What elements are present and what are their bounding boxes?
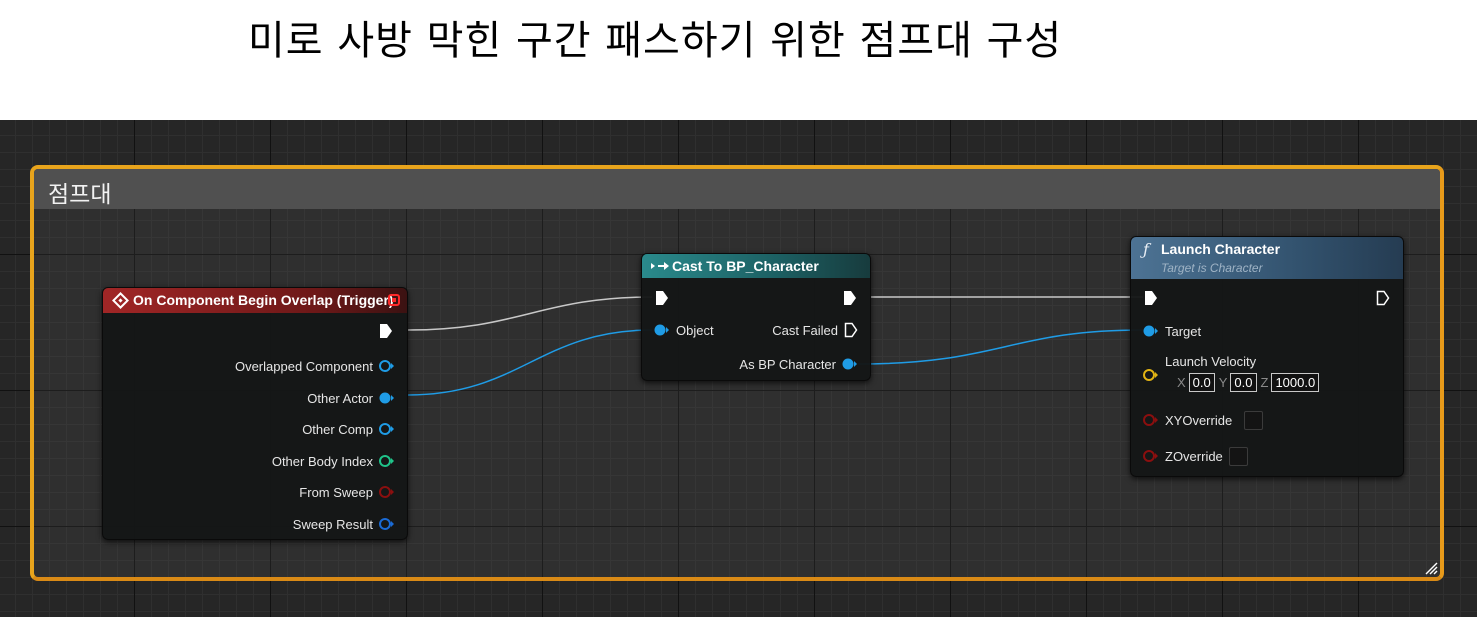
pin-label-other-comp: Other Comp (302, 421, 373, 437)
exec-out-hollow-pin-icon[interactable] (1376, 290, 1390, 306)
cast-node-title: Cast To BP_Character (672, 258, 819, 274)
delegate-pin-icon[interactable] (388, 294, 400, 306)
comment-header[interactable]: 점프대 (34, 169, 1440, 209)
pin-label-object: Object (676, 322, 714, 338)
pin-row-target[interactable]: Target (1143, 321, 1201, 341)
bool-pin-icon[interactable] (1143, 413, 1159, 427)
launch-node-subtitle: Target is Character (1161, 261, 1263, 275)
x-axis-label: X (1177, 374, 1186, 390)
cast-node[interactable]: Cast To BP_Character Object Cast Failed … (641, 253, 871, 381)
pin-row-other-actor[interactable]: Other Actor (307, 388, 395, 408)
exec-out-pin[interactable] (382, 444, 383, 445)
pin-label-cast-failed: Cast Failed (772, 322, 838, 338)
bool-pin-icon[interactable] (1143, 449, 1159, 463)
int-pin-icon[interactable] (379, 454, 395, 468)
pin-row-cast-failed[interactable]: Cast Failed (772, 320, 858, 340)
exec-out-pin-icon[interactable] (379, 323, 393, 339)
pin-label-target: Target (1165, 323, 1202, 339)
object-pin-filled-icon[interactable] (1143, 324, 1159, 338)
pin-label-overlapped-component: Overlapped Component (234, 358, 373, 374)
velocity-y-input[interactable]: 0.0 (1230, 372, 1257, 392)
pin-row-sweep-result[interactable]: Sweep Result (293, 514, 395, 534)
exec-out-pin-icon[interactable] (843, 290, 857, 306)
velocity-z-input[interactable]: 1000.0 (1271, 372, 1320, 392)
pin-label-other-body-index: Other Body Index (271, 453, 373, 469)
y-axis-label: Y (1218, 374, 1228, 390)
exec-in-pin-icon[interactable] (1144, 290, 1158, 306)
pin-row-from-sweep[interactable]: From Sweep (299, 482, 395, 502)
object-pin-filled-icon[interactable] (379, 391, 395, 405)
overlap-event-node[interactable]: On Component Begin Overlap (Trigger) Ove… (102, 287, 408, 540)
pin-row-other-body-index[interactable]: Other Body Index (272, 451, 395, 471)
launch-node-title: Launch Character (1161, 241, 1281, 257)
pin-row-xy-override[interactable]: XYOverride (1143, 409, 1264, 431)
object-pin-filled-icon[interactable] (842, 357, 858, 371)
launch-velocity-inputs: X 0.0 Y 0.0 Z 1000.0 (1177, 371, 1323, 393)
overlap-node-title: On Component Begin Overlap (Trigger) (133, 292, 394, 308)
object-pin-filled-icon[interactable] (654, 323, 670, 337)
cast-arrow-icon (651, 262, 669, 270)
pin-label-as-bp-character: As BP Character (739, 356, 836, 372)
pin-label-other-actor: Other Actor (307, 390, 373, 406)
object-pin-icon[interactable] (379, 359, 395, 373)
pin-label-z-override: ZOverride (1165, 448, 1223, 464)
function-icon: ƒ (1143, 240, 1149, 259)
pin-label-sweep-result: Sweep Result (292, 516, 373, 532)
xy-override-checkbox[interactable] (1244, 410, 1264, 430)
comment-title: 점프대 (48, 182, 112, 208)
struct-pin-icon[interactable] (379, 517, 395, 531)
event-diamond-icon (112, 292, 129, 309)
bool-pin-icon[interactable] (379, 485, 395, 499)
blueprint-graph[interactable]: 점프대 On Component Begin Overlap (Trigger) (0, 120, 1477, 617)
launch-character-node[interactable]: ƒ Launch Character Target is Character T… (1130, 236, 1404, 477)
pin-label-from-sweep: From Sweep (299, 484, 373, 500)
pin-row-z-override[interactable]: ZOverride (1143, 445, 1248, 467)
z-override-checkbox[interactable] (1228, 446, 1248, 466)
page-title: 미로 사방 막힌 구간 패스하기 위한 점프대 구성 (248, 18, 1063, 64)
exec-out-hollow-pin-icon[interactable] (844, 322, 858, 338)
velocity-x-input[interactable]: 0.0 (1188, 372, 1215, 392)
pin-row-as-bp-character[interactable]: As BP Character (739, 354, 858, 374)
object-pin-icon[interactable] (379, 422, 395, 436)
exec-in-pin-icon[interactable] (655, 290, 669, 306)
resize-grip-icon[interactable] (1424, 561, 1438, 575)
pin-row-other-comp[interactable]: Other Comp (302, 419, 395, 439)
pin-row-overlapped-component[interactable]: Overlapped Component (235, 356, 395, 376)
pin-label-xy-override: XYOverride (1165, 412, 1233, 428)
vector-pin-icon[interactable] (1143, 368, 1159, 382)
z-axis-label: Z (1260, 374, 1269, 390)
pin-label-launch-velocity: Launch Velocity (1165, 354, 1257, 369)
pin-row-object[interactable]: Object (654, 320, 714, 340)
